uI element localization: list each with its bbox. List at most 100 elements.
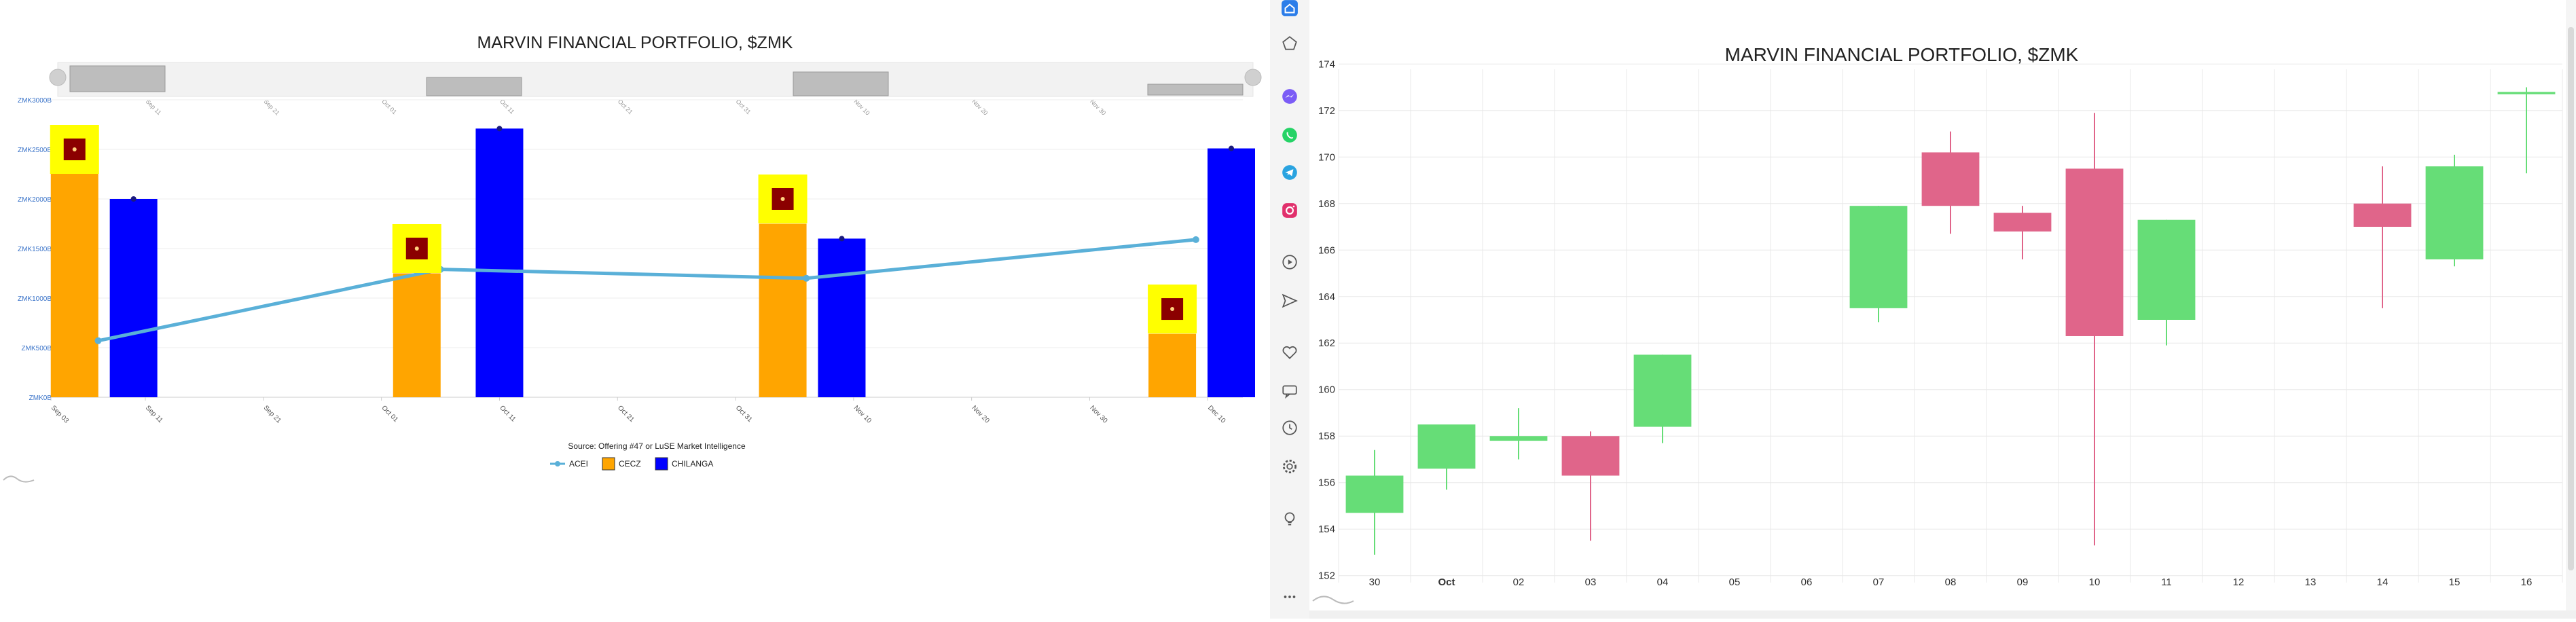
bar-chilanga-marker (496, 126, 503, 132)
x-tick-label: Oct 01 (380, 404, 400, 424)
more-icon[interactable] (1276, 583, 1303, 610)
x-tick-label: 16 (2521, 577, 2533, 588)
bar-chilanga-marker (130, 196, 137, 202)
navigator-track (57, 62, 1254, 97)
lightbulb-icon[interactable] (1276, 505, 1303, 532)
gear-icon[interactable] (1276, 453, 1303, 480)
chart-title: MARVIN FINANCIAL PORTFOLIO, $ZMK (1725, 44, 2079, 65)
navigator-label: Sep 11 (145, 98, 163, 116)
legend-item-cecz[interactable]: CECZ (602, 457, 641, 471)
chart-title: MARVIN FINANCIAL PORTFOLIO, $ZMK (477, 33, 793, 52)
navigator-label: Nov 10 (852, 98, 871, 116)
pentagon-icon[interactable] (1276, 30, 1303, 57)
x-tick-label: 13 (2305, 577, 2317, 588)
navigator-block (69, 65, 166, 92)
x-tick-label: Dec 10 (1206, 404, 1227, 424)
y-tick-label: 174 (1318, 58, 1335, 70)
legend-item-acei[interactable]: ACEI (550, 459, 588, 469)
left-chart-panel: MARVIN FINANCIAL PORTFOLIO, $ZMK Sep 11 S… (0, 0, 1270, 619)
candle-up (1633, 354, 1692, 427)
x-tick-label: Oct 31 (734, 404, 754, 424)
navigator-block (1147, 84, 1244, 96)
annotation-dot (780, 197, 785, 201)
x-tick-label: Nov 20 (970, 404, 991, 424)
x-tick-label: Nov 10 (852, 404, 873, 424)
navigator-label: Oct 11 (498, 98, 515, 115)
send-icon[interactable] (1276, 287, 1303, 314)
y-tick-label: 164 (1318, 291, 1335, 303)
candle-up (1849, 206, 1908, 308)
x-tick-label: Nov 30 (1088, 404, 1108, 424)
navigator-label: Oct 21 (617, 98, 634, 115)
range-navigator[interactable]: Sep 11 Sep 21 Oct 01 Oct 11 Oct 21 Oct 31 Nov … (49, 62, 1262, 117)
y-tick-label: 170 (1318, 151, 1335, 163)
bar-chilanga (1208, 148, 1255, 398)
left-chart: MARVIN FINANCIAL PORTFOLIO, $ZMK Sep 11 S… (3, 33, 1262, 483)
legend-label: ACEI (569, 459, 588, 469)
whatsapp-icon[interactable] (1276, 122, 1303, 149)
clock-icon[interactable] (1276, 414, 1303, 441)
x-tick-label: 03 (1585, 577, 1597, 588)
chart-source: Source: Offering #47 or LuSE Market Inte… (568, 441, 746, 451)
bar-cecz (1148, 333, 1197, 397)
candle-up (2497, 92, 2556, 94)
y-tick-label: 154 (1318, 524, 1335, 535)
legend-item-chilanga[interactable]: CHILANGA (655, 457, 713, 471)
x-tick-label: 06 (1801, 577, 1813, 588)
navigator-left-handle[interactable] (49, 69, 67, 86)
x-tick-label: 05 (1729, 577, 1741, 588)
candle-down (2065, 168, 2124, 336)
annotation-dot (1170, 307, 1175, 312)
x-tick-label: Oct 11 (498, 404, 517, 423)
heart-icon[interactable] (1276, 339, 1303, 366)
navigator-label: Sep 21 (262, 98, 280, 116)
navigator-block (793, 71, 889, 96)
watermark-logo (1312, 596, 1354, 604)
candle-down (1993, 213, 2052, 232)
bar-chilanga-marker (1229, 145, 1234, 151)
x-tick-label: 11 (2161, 577, 2172, 588)
x-tick-label: Sep 03 (50, 404, 70, 424)
annotation-dot (72, 147, 77, 151)
home-icon[interactable] (1276, 0, 1303, 22)
y-tick-label: ZMK500B (22, 345, 52, 352)
candlestick-chart: MARVIN FINANCIAL PORTFOLIO, $ZMK 152 154 1… (1312, 44, 2563, 604)
x-tick-label: 02 (1513, 577, 1525, 588)
messenger-icon[interactable] (1276, 83, 1303, 110)
candle-down (1561, 436, 1620, 476)
legend-label: CHILANGA (672, 459, 713, 469)
candle-up (1489, 436, 1548, 441)
y-tick-label: 172 (1318, 105, 1335, 117)
chat-icon[interactable] (1276, 378, 1303, 405)
bar-chilanga-marker (839, 236, 845, 242)
x-tick-label: 30 (1369, 577, 1381, 588)
y-tick-label: ZMK0B (29, 395, 52, 402)
legend-label: CECZ (619, 459, 641, 469)
play-circle-icon[interactable] (1276, 249, 1303, 276)
candle-up (2137, 219, 2196, 320)
instagram-icon[interactable] (1276, 197, 1303, 224)
watermark-logo (3, 475, 35, 483)
x-tick-label: Sep 21 (262, 404, 283, 424)
scrollbar-thumb[interactable] (2568, 27, 2574, 570)
candle-up (1345, 475, 1404, 513)
y-tick-label: 166 (1318, 244, 1335, 256)
x-tick-label: 07 (1873, 577, 1885, 588)
annotation-dot (414, 246, 419, 251)
chart-legend: ACEI CECZ CHILANGA (550, 457, 713, 471)
y-tick-label: ZMK2500B (18, 147, 52, 154)
x-tick-label: 14 (2377, 577, 2389, 588)
navigator-label: Oct 31 (735, 98, 752, 115)
x-tick-label: Oct (1438, 577, 1455, 588)
candle-up (2425, 166, 2484, 259)
y-tick-label: 162 (1318, 337, 1335, 349)
horizontal-scrollbar[interactable] (1309, 610, 2576, 619)
vertical-scrollbar[interactable] (2566, 0, 2576, 610)
navigator-right-handle[interactable] (1244, 69, 1262, 86)
y-tick-label: 168 (1318, 198, 1335, 210)
y-tick-label: 160 (1318, 384, 1335, 396)
bar-chilanga (109, 199, 158, 397)
telegram-icon[interactable] (1276, 159, 1303, 186)
line-acei (98, 238, 1197, 343)
bar-cecz (50, 172, 98, 397)
